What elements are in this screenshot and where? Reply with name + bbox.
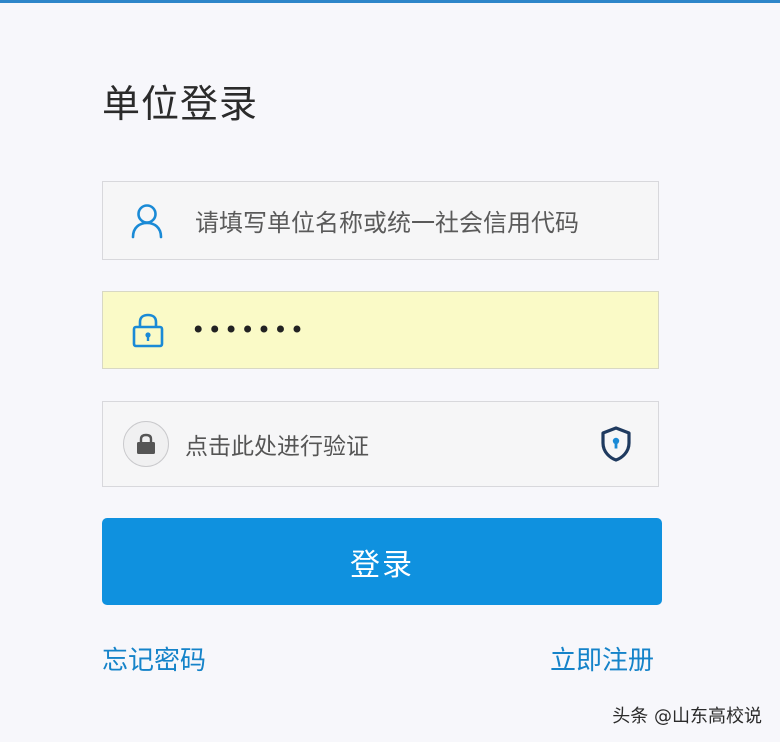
lock-icon [103,312,193,348]
verify-field[interactable]: 点击此处进行验证 [102,401,659,487]
page-title: 单位登录 [102,82,259,126]
top-accent-bar [0,0,780,3]
login-button[interactable]: 登录 [102,518,662,605]
user-icon [103,203,191,239]
password-value: ••••••• [191,316,307,344]
username-field[interactable]: 请填写单位名称或统一社会信用代码 [102,181,659,260]
watermark: 头条 @山东高校说 [612,706,762,727]
padlock-icon [123,421,169,467]
forgot-password-link[interactable]: 忘记密码 [102,640,206,677]
shield-icon [600,426,632,462]
username-placeholder: 请填写单位名称或统一社会信用代码 [195,209,579,237]
verify-label: 点击此处进行验证 [185,434,369,460]
password-field[interactable]: ••••••• [102,291,659,369]
register-link[interactable]: 立即注册 [550,640,654,677]
